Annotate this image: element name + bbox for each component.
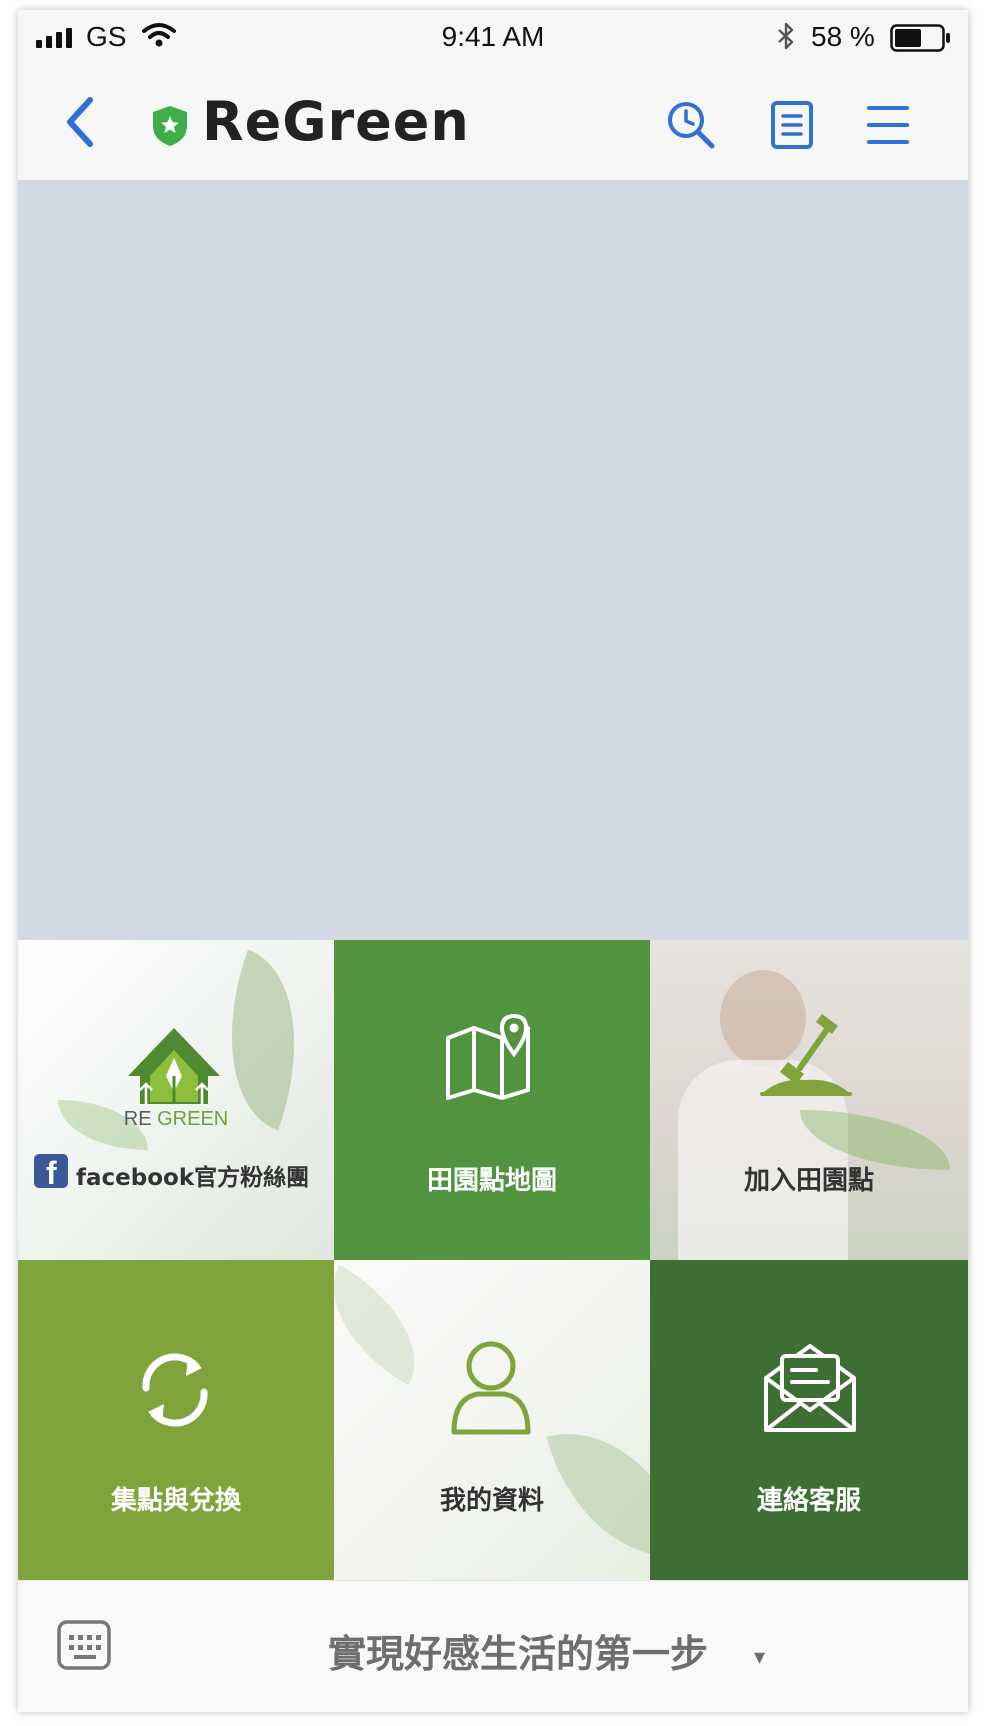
tile-join-farm-label: 加入田園點 <box>743 1166 874 1196</box>
logo-word-re: RE <box>123 1108 152 1130</box>
phone-screen: GS 9:41 AM 58 % ReGreen RE GREEN f faceb… <box>18 10 968 1712</box>
tile-contact-service[interactable]: 連絡客服 <box>650 1260 968 1580</box>
refresh-icon <box>142 1353 208 1427</box>
banner-area <box>18 182 968 940</box>
tile-my-profile-label: 我的資料 <box>439 1486 544 1516</box>
rich-menu-grid: RE GREEN f facebook官方粉絲團 田園點地圖 加入田園點 集點與… <box>18 940 968 1580</box>
back-icon[interactable] <box>62 96 98 148</box>
tile-farm-map-label: 田園點地圖 <box>426 1166 557 1196</box>
document-icon[interactable] <box>770 100 814 150</box>
tile-join-farm[interactable]: 加入田園點 <box>650 940 968 1260</box>
app-title: ReGreen <box>202 90 470 153</box>
logo-word-green: GREEN <box>157 1108 229 1130</box>
regreen-logo <box>128 1028 220 1104</box>
tile-points-exchange-label: 集點與兌換 <box>110 1486 241 1516</box>
menu-caption[interactable]: 實現好感生活的第一步 <box>328 1623 708 1678</box>
facebook-icon: f <box>34 1154 68 1188</box>
envelope-icon <box>764 1344 856 1432</box>
battery-percentage: 58 % <box>811 21 875 52</box>
tile-facebook[interactable]: RE GREEN f facebook官方粉絲團 <box>18 940 334 1260</box>
bluetooth-icon <box>778 22 794 50</box>
battery-icon <box>890 24 950 52</box>
tile-farm-map[interactable]: 田園點地圖 <box>334 940 650 1260</box>
keyboard-icon[interactable] <box>56 1619 112 1671</box>
user-icon <box>451 1341 531 1435</box>
tile-contact-service-label: 連絡客服 <box>756 1486 861 1516</box>
tile-points-exchange[interactable]: 集點與兌換 <box>18 1260 334 1580</box>
shovel-icon <box>760 1014 852 1096</box>
bottom-menu-bar: 實現好感生活的第一步 ▾ <box>18 1580 968 1712</box>
search-history-icon[interactable] <box>666 100 716 150</box>
map-pin-icon <box>446 1014 530 1100</box>
shield-icon <box>153 106 187 146</box>
tile-my-profile[interactable]: 我的資料 <box>334 1260 650 1580</box>
navigation-bar: ReGreen <box>18 60 968 182</box>
tile-facebook-label: facebook官方粉絲團 <box>76 1165 310 1191</box>
caret-down-icon[interactable]: ▾ <box>754 1645 765 1670</box>
hamburger-menu-icon[interactable] <box>866 104 910 146</box>
regreen-logo-text: RE GREEN <box>18 1108 334 1131</box>
status-bar: GS 9:41 AM 58 % <box>18 10 968 60</box>
